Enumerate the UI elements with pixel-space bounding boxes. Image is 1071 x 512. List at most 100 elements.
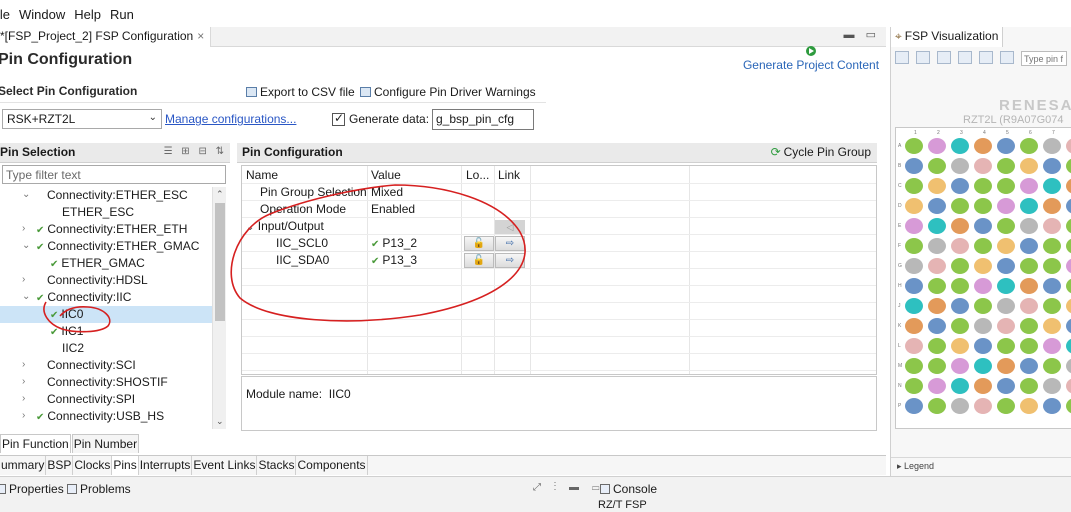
- pin-d7[interactable]: [1043, 198, 1061, 214]
- column-header-value[interactable]: Value: [371, 168, 401, 182]
- pin-config-select[interactable]: RSK+RZT2L ⌄: [2, 109, 162, 129]
- pin-j1[interactable]: [905, 298, 923, 314]
- zoom-in-icon[interactable]: [937, 51, 951, 64]
- pin-g6[interactable]: [1020, 258, 1038, 274]
- tree-item[interactable]: ✔ IIC0: [0, 306, 212, 323]
- generate-project-button[interactable]: Generate Project Content: [740, 46, 882, 72]
- pin-a6[interactable]: [1020, 138, 1038, 154]
- zoom-out-icon[interactable]: [958, 51, 972, 64]
- pin-p5[interactable]: [997, 398, 1015, 414]
- pin-l3[interactable]: [951, 338, 969, 354]
- row-value[interactable]: ✔ P13_3: [371, 253, 417, 267]
- pin-m8[interactable]: [1066, 358, 1071, 374]
- input-output-group[interactable]: ⌄ Input/Output: [246, 219, 324, 233]
- tab-pins[interactable]: Pins: [112, 456, 139, 475]
- pin-g4[interactable]: [974, 258, 992, 274]
- pin-k7[interactable]: [1043, 318, 1061, 334]
- tree-toolbar-icons[interactable]: ☰ ⊞ ⊟ ⇅: [164, 146, 227, 157]
- tree-item[interactable]: ✔ IIC1: [0, 323, 212, 340]
- pin-d5[interactable]: [997, 198, 1015, 214]
- tab-problems[interactable]: Problems: [67, 482, 131, 496]
- menu-help[interactable]: Help: [74, 7, 101, 22]
- pin-h4[interactable]: [974, 278, 992, 294]
- pin-h8[interactable]: [1066, 278, 1071, 294]
- pin-h3[interactable]: [951, 278, 969, 294]
- cycle-pin-group-button[interactable]: Cycle Pin Group: [771, 145, 871, 159]
- generate-data-input[interactable]: g_bsp_pin_cfg: [432, 109, 534, 130]
- tab-summary[interactable]: ummary: [0, 456, 47, 475]
- menu-run[interactable]: Run: [110, 7, 134, 22]
- tree-item[interactable]: › ✔ Connectivity:USB_HS: [0, 408, 212, 425]
- chevron-right-icon[interactable]: ›: [22, 393, 25, 404]
- pin-l6[interactable]: [1020, 338, 1038, 354]
- pin-j3[interactable]: [951, 298, 969, 314]
- pin-c6[interactable]: [1020, 178, 1038, 194]
- pin-b4[interactable]: [974, 158, 992, 174]
- menu-file[interactable]: ile: [0, 7, 10, 22]
- pin-a7[interactable]: [1043, 138, 1061, 154]
- chevron-right-icon[interactable]: ›: [22, 274, 25, 285]
- window-controls[interactable]: ▬ ▭: [844, 28, 880, 41]
- tab-components[interactable]: Components: [296, 456, 368, 475]
- pin-c5[interactable]: [997, 178, 1015, 194]
- pin-e7[interactable]: [1043, 218, 1061, 234]
- pin-a3[interactable]: [951, 138, 969, 154]
- tree-scrollbar[interactable]: ⌃ ⌄: [212, 187, 226, 429]
- pin-n6[interactable]: [1020, 378, 1038, 394]
- tree-item[interactable]: ✔ ETHER_GMAC: [0, 255, 212, 272]
- pin-l2[interactable]: [928, 338, 946, 354]
- pin-f5[interactable]: [997, 238, 1015, 254]
- pin-m2[interactable]: [928, 358, 946, 374]
- chevron-right-icon[interactable]: ›: [22, 410, 25, 421]
- pin-f7[interactable]: [1043, 238, 1061, 254]
- tree-item[interactable]: › Connectivity:SHOSTIF: [0, 374, 212, 391]
- scroll-thumb[interactable]: [215, 203, 225, 321]
- lock-icon[interactable]: 🔓: [464, 236, 494, 251]
- pin-k2[interactable]: [928, 318, 946, 334]
- pin-n1[interactable]: [905, 378, 923, 394]
- pin-e8[interactable]: [1066, 218, 1071, 234]
- column-header-link[interactable]: Link: [498, 168, 520, 182]
- pin-e4[interactable]: [974, 218, 992, 234]
- pin-h5[interactable]: [997, 278, 1015, 294]
- pin-d1[interactable]: [905, 198, 923, 214]
- pin-k1[interactable]: [905, 318, 923, 334]
- pin-f8[interactable]: [1066, 238, 1071, 254]
- pin-g2[interactable]: [928, 258, 946, 274]
- pin-c1[interactable]: [905, 178, 923, 194]
- tab-console[interactable]: Console: [600, 482, 657, 496]
- view-toolbar-icons[interactable]: ⤢ ⁝ ▬ ▭: [533, 482, 604, 493]
- tab-interrupts[interactable]: Interrupts: [139, 456, 193, 475]
- pin-m6[interactable]: [1020, 358, 1038, 374]
- tree-item[interactable]: › Connectivity:SCI: [0, 357, 212, 374]
- pin-p4[interactable]: [974, 398, 992, 414]
- row-value[interactable]: ✔ P13_2: [371, 236, 417, 250]
- pin-p2[interactable]: [928, 398, 946, 414]
- filter-input[interactable]: Type filter text: [2, 165, 226, 184]
- column-header-lock[interactable]: Lo...: [466, 168, 489, 182]
- pin-k6[interactable]: [1020, 318, 1038, 334]
- pin-c3[interactable]: [951, 178, 969, 194]
- pin-j5[interactable]: [997, 298, 1015, 314]
- pin-g5[interactable]: [997, 258, 1015, 274]
- pin-f4[interactable]: [974, 238, 992, 254]
- pin-k3[interactable]: [951, 318, 969, 334]
- pin-m7[interactable]: [1043, 358, 1061, 374]
- tab-pin-number[interactable]: Pin Number: [71, 434, 140, 453]
- menu-window[interactable]: Window: [19, 7, 65, 22]
- pin-g1[interactable]: [905, 258, 923, 274]
- export-icon[interactable]: [979, 51, 993, 64]
- tree-item[interactable]: › Connectivity:HDSL: [0, 272, 212, 289]
- pin-k5[interactable]: [997, 318, 1015, 334]
- pin-j2[interactable]: [928, 298, 946, 314]
- tree-item[interactable]: ⌄ ✔ Connectivity:ETHER_GMAC: [0, 238, 212, 255]
- link-arrow-icon[interactable]: ⇨: [495, 236, 525, 251]
- editor-tab[interactable]: *[FSP_Project_2] FSP Configuration ×: [0, 27, 212, 47]
- pin-h6[interactable]: [1020, 278, 1038, 294]
- tree-item[interactable]: ⌄ Connectivity:ETHER_ESC: [0, 187, 212, 204]
- pin-c8[interactable]: [1066, 178, 1071, 194]
- pin-m5[interactable]: [997, 358, 1015, 374]
- chevron-down-icon[interactable]: ⌄: [22, 189, 30, 200]
- tab-event-links[interactable]: Event Links: [192, 456, 258, 475]
- scroll-down-icon[interactable]: ⌄: [216, 416, 224, 427]
